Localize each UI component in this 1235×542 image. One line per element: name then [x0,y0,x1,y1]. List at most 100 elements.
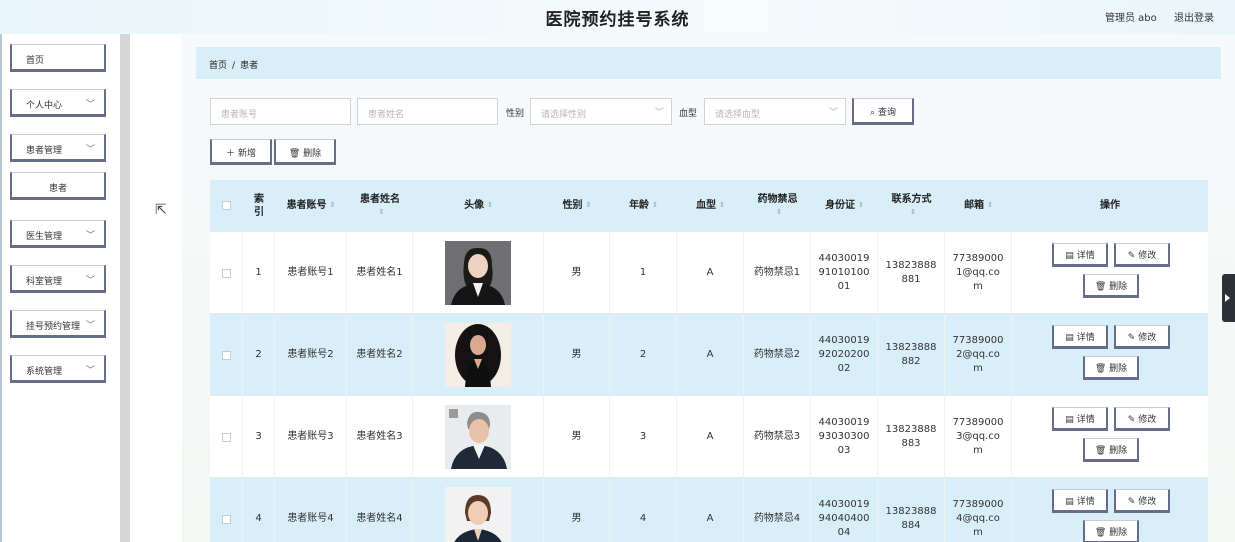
placeholder-text: 患者账号 [221,110,258,120]
query-button[interactable]: ⌕ 查询 [852,98,914,125]
detail-button[interactable]: ▤ 详情 [1052,325,1108,349]
delete-button[interactable]: 🗑 删除 [1083,438,1139,462]
sidebar-item-patient-mgmt[interactable]: 患者管理 ﹀ [10,134,106,162]
side-panel-toggle[interactable] [1222,274,1235,322]
cell-account: 患者账号1 [275,232,347,314]
edit-button[interactable]: ✎ 修改 [1114,243,1170,267]
sort-icon: ⇕ [987,201,993,209]
avatar[interactable] [445,487,511,542]
table-header: 索引 患者账号 ⇕ 患者姓名 ⇕ 头像 ⇕ 性别 ⇕ 年龄 ⇕ 血型 ⇕ 药物禁忌 ⇕ 身份证… [210,180,1208,231]
avatar[interactable] [445,241,511,305]
col-age[interactable]: 年龄 ⇕ [610,180,677,231]
detail-button[interactable]: ▤ 详情 [1052,407,1108,431]
col-blood[interactable]: 血型 ⇕ [677,180,744,231]
chevron-down-icon: ﹀ [85,366,95,376]
sidebar-item-appointment-mgmt[interactable]: 挂号预约管理 ﹀ [10,310,106,338]
idcard-line: 02 [837,363,851,374]
col-allergy-label: 药物禁忌 [757,193,798,205]
idcard-line: 93030300 [818,431,870,442]
cell-ops: ▤ 详情 ✎ 修改 🗑 删除 [1012,478,1208,542]
cell-ops: ▤ 详情 ✎ 修改 🗑 删除 [1012,396,1208,478]
delete-button[interactable]: 🗑 删除 [1083,520,1139,542]
detail-button[interactable]: ▤ 详情 [1052,489,1108,513]
select-all-cell [210,180,243,231]
col-index[interactable]: 索引 [243,180,275,231]
col-account-label: 患者账号 [286,200,327,211]
col-avatar[interactable]: 头像 ⇕ [413,180,544,231]
gender-select[interactable]: 请选择性别 ﹀ [530,98,672,125]
sidebar-item-label: 医生管理 [26,232,63,242]
avatar[interactable] [445,405,511,469]
add-button[interactable]: ＋ 新增 [210,139,272,165]
sidebar-scrollbar[interactable] [120,34,130,542]
row-checkbox[interactable] [221,268,231,278]
sort-icon: ⇕ [487,201,493,209]
col-account[interactable]: 患者账号 ⇕ [275,180,347,231]
logout-link[interactable]: 退出登录 [1174,9,1214,24]
detail-label: 详情 [1076,251,1095,261]
sidebar-item-system-mgmt[interactable]: 系统管理 ﹀ [10,355,106,383]
detail-label: 详情 [1076,333,1095,343]
add-label: 新增 [237,149,256,159]
col-email[interactable]: 邮箱 ⇕ [945,180,1012,231]
row-checkbox[interactable] [221,350,231,360]
email-line: 77389000 [952,335,1004,346]
delete-button[interactable]: 🗑 删除 [1083,274,1139,298]
chevron-down-icon: ﹀ [85,321,95,331]
cell-email: 77389000 3@qq.co m [945,396,1012,478]
sidebar-edge [0,34,2,542]
sidebar-item-patient[interactable]: 患者 [10,172,106,200]
idcard-line: 94040400 [818,513,870,524]
col-idcard-label: 身份证 [825,200,856,211]
row-select-cell [210,314,243,396]
edit-button[interactable]: ✎ 修改 [1114,407,1170,431]
name-search-input[interactable]: 患者姓名 [357,98,498,125]
col-age-label: 年龄 [629,200,650,211]
top-header: 医院预约挂号系统 管理员 abo 退出登录 [0,0,1235,34]
col-allergy[interactable]: 药物禁忌 ⇕ [744,180,811,231]
cell-index: 1 [243,232,275,314]
chevron-down-icon: ﹀ [828,108,838,118]
cell-phone: 13823888 883 [878,396,945,478]
batch-delete-button[interactable]: 🗑 删除 [274,139,336,165]
cell-allergy: 药物禁忌3 [744,396,811,478]
edit-button[interactable]: ✎ 修改 [1114,489,1170,513]
sidebar-item-personal[interactable]: 个人中心 ﹀ [10,89,106,117]
cell-blood: A [677,314,744,396]
document-icon: ▤ [1065,415,1074,425]
table-row: 2 患者账号2 患者姓名2 男 2 A 药物禁忌2 44030019 920202… [210,313,1208,396]
sort-icon: ⇕ [329,201,336,209]
mouse-cursor-icon: ⇱ [155,202,167,218]
select-all-checkbox[interactable] [222,201,231,210]
col-gender[interactable]: 性别 ⇕ [544,180,610,231]
avatar[interactable] [445,323,511,387]
col-idcard[interactable]: 身份证 ⇕ [811,180,878,231]
idcard-line: 04 [837,527,851,538]
sidebar-item-doctor-mgmt[interactable]: 医生管理 ﹀ [10,220,106,248]
sort-icon: ⇕ [719,201,725,209]
edit-icon: ✎ [1127,497,1136,507]
trash-icon: 🗑 [288,149,301,159]
delete-button[interactable]: 🗑 删除 [1083,356,1139,380]
cell-blood: A [677,478,744,542]
edit-label: 修改 [1138,251,1157,261]
cell-email: 77389000 1@qq.co m [945,232,1012,314]
document-icon: ▤ [1065,333,1074,343]
cell-avatar [413,396,544,478]
email-line: 77389000 [952,417,1004,428]
edit-label: 修改 [1138,333,1157,343]
detail-button[interactable]: ▤ 详情 [1052,243,1108,267]
sidebar-item-home[interactable]: 首页 [10,44,106,72]
col-name[interactable]: 患者姓名 ⇕ [347,180,413,231]
account-search-input[interactable]: 患者账号 [210,98,351,125]
breadcrumb-home[interactable]: 首页 [209,61,227,71]
row-checkbox[interactable] [221,432,231,442]
idcard-line: 44030019 [818,417,870,428]
edit-button[interactable]: ✎ 修改 [1114,325,1170,349]
sidebar-item-dept-mgmt[interactable]: 科室管理 ﹀ [10,265,106,293]
blood-select[interactable]: 请选择血型 ﹀ [704,98,846,125]
delete-label: 删除 [1109,364,1128,374]
row-checkbox[interactable] [221,514,231,524]
chevron-down-icon: ﹀ [654,108,664,118]
col-phone[interactable]: 联系方式 ⇕ [878,180,945,231]
